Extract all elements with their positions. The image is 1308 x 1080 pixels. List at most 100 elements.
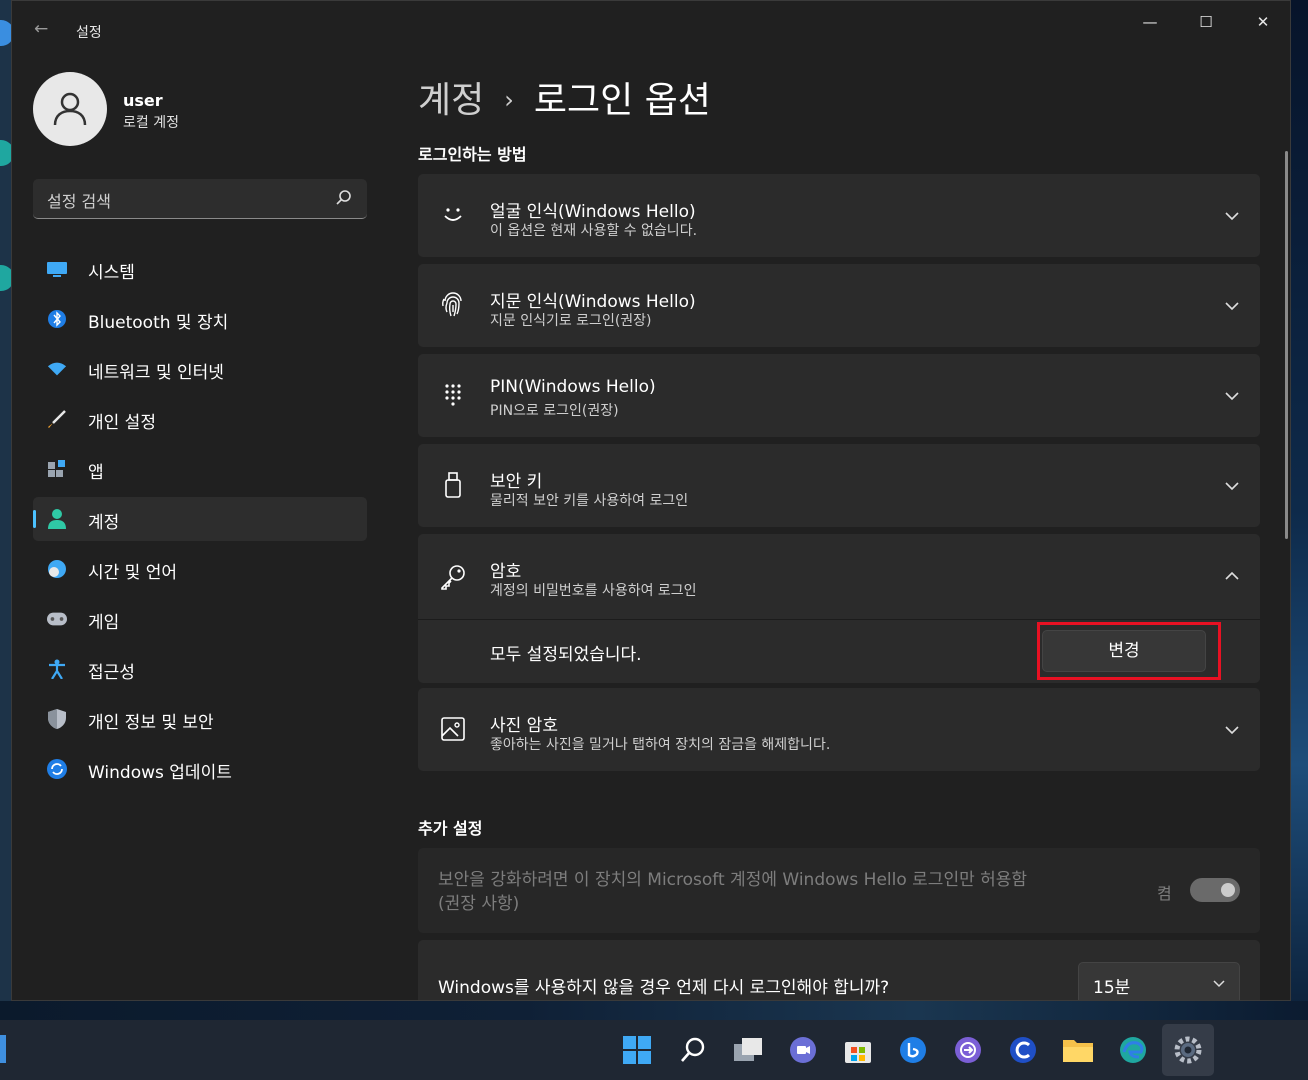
breadcrumb: 계정 › 로그인 옵션 — [418, 71, 711, 123]
taskbar-edge-mark — [0, 1035, 6, 1063]
dropdown-value: 15분 — [1093, 978, 1131, 998]
shield-icon — [47, 709, 67, 729]
app-circle-icon[interactable] — [952, 1034, 984, 1066]
sidebar-item-label: Bluetooth 및 장치 — [88, 313, 229, 333]
signin-option-picture-password[interactable]: 사진 암호 좋아하는 사진을 밀거나 탭하여 장치의 잠금을 해제합니다. — [418, 688, 1260, 771]
settings-search-input[interactable]: 설정 검색 — [33, 179, 367, 219]
card-title: 보안 키 — [490, 472, 543, 492]
password-status-text: 모두 설정되었습니다. — [490, 645, 642, 665]
card-title: PIN(Windows Hello) — [490, 377, 656, 397]
sidebar-item-bluetooth[interactable]: Bluetooth 및 장치 — [33, 297, 367, 341]
sidebar-item-label: 시간 및 언어 — [88, 563, 178, 583]
bing-icon[interactable] — [897, 1034, 929, 1066]
face-icon — [440, 202, 466, 228]
app-title: 설정 — [76, 25, 102, 41]
card-subtitle: 계정의 비밀번호를 사용하여 로그인 — [490, 583, 697, 599]
file-explorer-icon[interactable] — [1062, 1034, 1094, 1066]
sidebar-item-windows-update[interactable]: Windows 업데이트 — [33, 747, 367, 791]
card-subtitle: PIN으로 로그인(권장) — [490, 403, 619, 419]
edge-icon[interactable] — [1117, 1034, 1149, 1066]
usb-key-icon — [440, 472, 466, 498]
hello-only-setting: 보안을 강화하려면 이 장치의 Microsoft 계정에 Windows He… — [418, 848, 1260, 933]
card-title: 얼굴 인식(Windows Hello) — [490, 202, 696, 222]
sidebar-item-accounts[interactable]: 계정 — [33, 497, 367, 541]
breadcrumb-separator: › — [504, 86, 514, 114]
fingerprint-icon — [440, 292, 466, 318]
sidebar-item-time-language[interactable]: 시간 및 언어 — [33, 547, 367, 591]
update-icon — [47, 759, 67, 779]
maximize-button[interactable]: ☐ — [1186, 11, 1226, 33]
settings-icon[interactable] — [1172, 1034, 1204, 1066]
scrollbar[interactable] — [1285, 151, 1288, 539]
user-account-type: 로컬 계정 — [123, 115, 179, 131]
relogin-dropdown[interactable]: 15분 — [1078, 962, 1240, 1000]
signin-option-fingerprint[interactable]: 지문 인식(Windows Hello) 지문 인식기로 로그인(권장) — [418, 264, 1260, 347]
search-icon[interactable] — [335, 189, 353, 207]
signin-option-password[interactable]: 암호 계정의 비밀번호를 사용하여 로그인 — [418, 534, 1260, 619]
account-icon — [47, 509, 67, 529]
page-title: 로그인 옵션 — [533, 80, 711, 121]
person-icon — [53, 92, 87, 126]
chevron-down-icon[interactable] — [1224, 208, 1240, 224]
sidebar-item-apps[interactable]: 앱 — [33, 447, 367, 491]
sidebar-item-label: 앱 — [88, 463, 104, 483]
section-title-additional: 추가 설정 — [418, 819, 483, 838]
sidebar-item-accessibility[interactable]: 접근성 — [33, 647, 367, 691]
sidebar-item-personalization[interactable]: 개인 설정 — [33, 397, 367, 441]
sidebar-item-label: Windows 업데이트 — [88, 763, 232, 783]
relogin-setting: Windows를 사용하지 않을 경우 언제 다시 로그인해야 합니까? 15분 — [418, 940, 1260, 1000]
chevron-down-icon[interactable] — [1224, 722, 1240, 738]
toggle-knob — [1221, 883, 1235, 897]
desktop-bottom-strip — [0, 1001, 1308, 1020]
signin-option-pin[interactable]: PIN(Windows Hello) PIN으로 로그인(권장) — [418, 354, 1260, 437]
brush-icon — [47, 409, 67, 429]
chevron-down-icon[interactable] — [1224, 298, 1240, 314]
signin-option-security-key[interactable]: 보안 키 물리적 보안 키를 사용하여 로그인 — [418, 444, 1260, 527]
title-bar: ← 설정 — ☐ ✕ — [12, 1, 1290, 51]
card-subtitle: 물리적 보안 키를 사용하여 로그인 — [490, 493, 689, 509]
gamepad-icon — [47, 609, 67, 629]
breadcrumb-parent[interactable]: 계정 — [418, 80, 484, 121]
chevron-up-icon[interactable] — [1224, 568, 1240, 584]
sidebar-item-network[interactable]: 네트워크 및 인터넷 — [33, 347, 367, 391]
settings-window: ← 설정 — ☐ ✕ user 로컬 계정 설정 검색 시스템 Bluetoot… — [11, 0, 1291, 1001]
chevron-down-icon[interactable] — [1224, 478, 1240, 494]
sidebar-item-system[interactable]: 시스템 — [33, 247, 367, 291]
sidebar-item-label: 네트워크 및 인터넷 — [88, 363, 224, 383]
monitor-icon — [47, 259, 67, 279]
key-icon — [440, 564, 466, 590]
sidebar-item-label: 게임 — [88, 613, 120, 633]
sidebar-item-gaming[interactable]: 게임 — [33, 597, 367, 641]
hello-only-text: 보안을 강화하려면 이 장치의 Microsoft 계정에 Windows He… — [438, 870, 1028, 914]
task-view-icon[interactable] — [732, 1034, 764, 1066]
hello-only-toggle[interactable] — [1190, 878, 1240, 902]
signin-option-face[interactable]: 얼굴 인식(Windows Hello) 이 옵션은 현재 사용할 수 없습니다… — [418, 174, 1260, 257]
close-button[interactable]: ✕ — [1243, 11, 1283, 33]
sidebar-item-privacy[interactable]: 개인 정보 및 보안 — [33, 697, 367, 741]
sidebar-item-label: 시스템 — [88, 263, 135, 283]
accessibility-icon — [47, 659, 67, 679]
avatar[interactable] — [33, 72, 107, 146]
toggle-state-label: 켬 — [1157, 884, 1172, 903]
chevron-down-icon[interactable] — [1224, 388, 1240, 404]
store-icon[interactable] — [842, 1034, 874, 1066]
back-arrow-icon[interactable]: ← — [34, 19, 48, 39]
sidebar-nav: 시스템 Bluetooth 및 장치 네트워크 및 인터넷 개인 설정 앱 계정… — [33, 247, 367, 797]
card-subtitle: 좋아하는 사진을 밀거나 탭하여 장치의 잠금을 해제합니다. — [490, 737, 831, 753]
teams-chat-icon[interactable] — [787, 1034, 819, 1066]
user-name: user — [123, 91, 163, 110]
start-icon[interactable] — [621, 1034, 653, 1066]
bluetooth-icon — [47, 309, 67, 329]
selection-indicator — [33, 510, 36, 528]
card-title: 사진 암호 — [490, 716, 558, 736]
card-subtitle: 지문 인식기로 로그인(권장) — [490, 313, 652, 329]
card-title: 암호 — [490, 562, 522, 582]
taskbar — [0, 1020, 1308, 1080]
app-c-icon[interactable] — [1007, 1034, 1039, 1066]
picture-icon — [440, 716, 466, 742]
wifi-icon — [47, 359, 67, 379]
sidebar-item-label: 개인 설정 — [88, 413, 156, 433]
search-icon[interactable] — [677, 1034, 709, 1066]
apps-grid-icon — [47, 459, 67, 479]
minimize-button[interactable]: — — [1130, 11, 1170, 33]
